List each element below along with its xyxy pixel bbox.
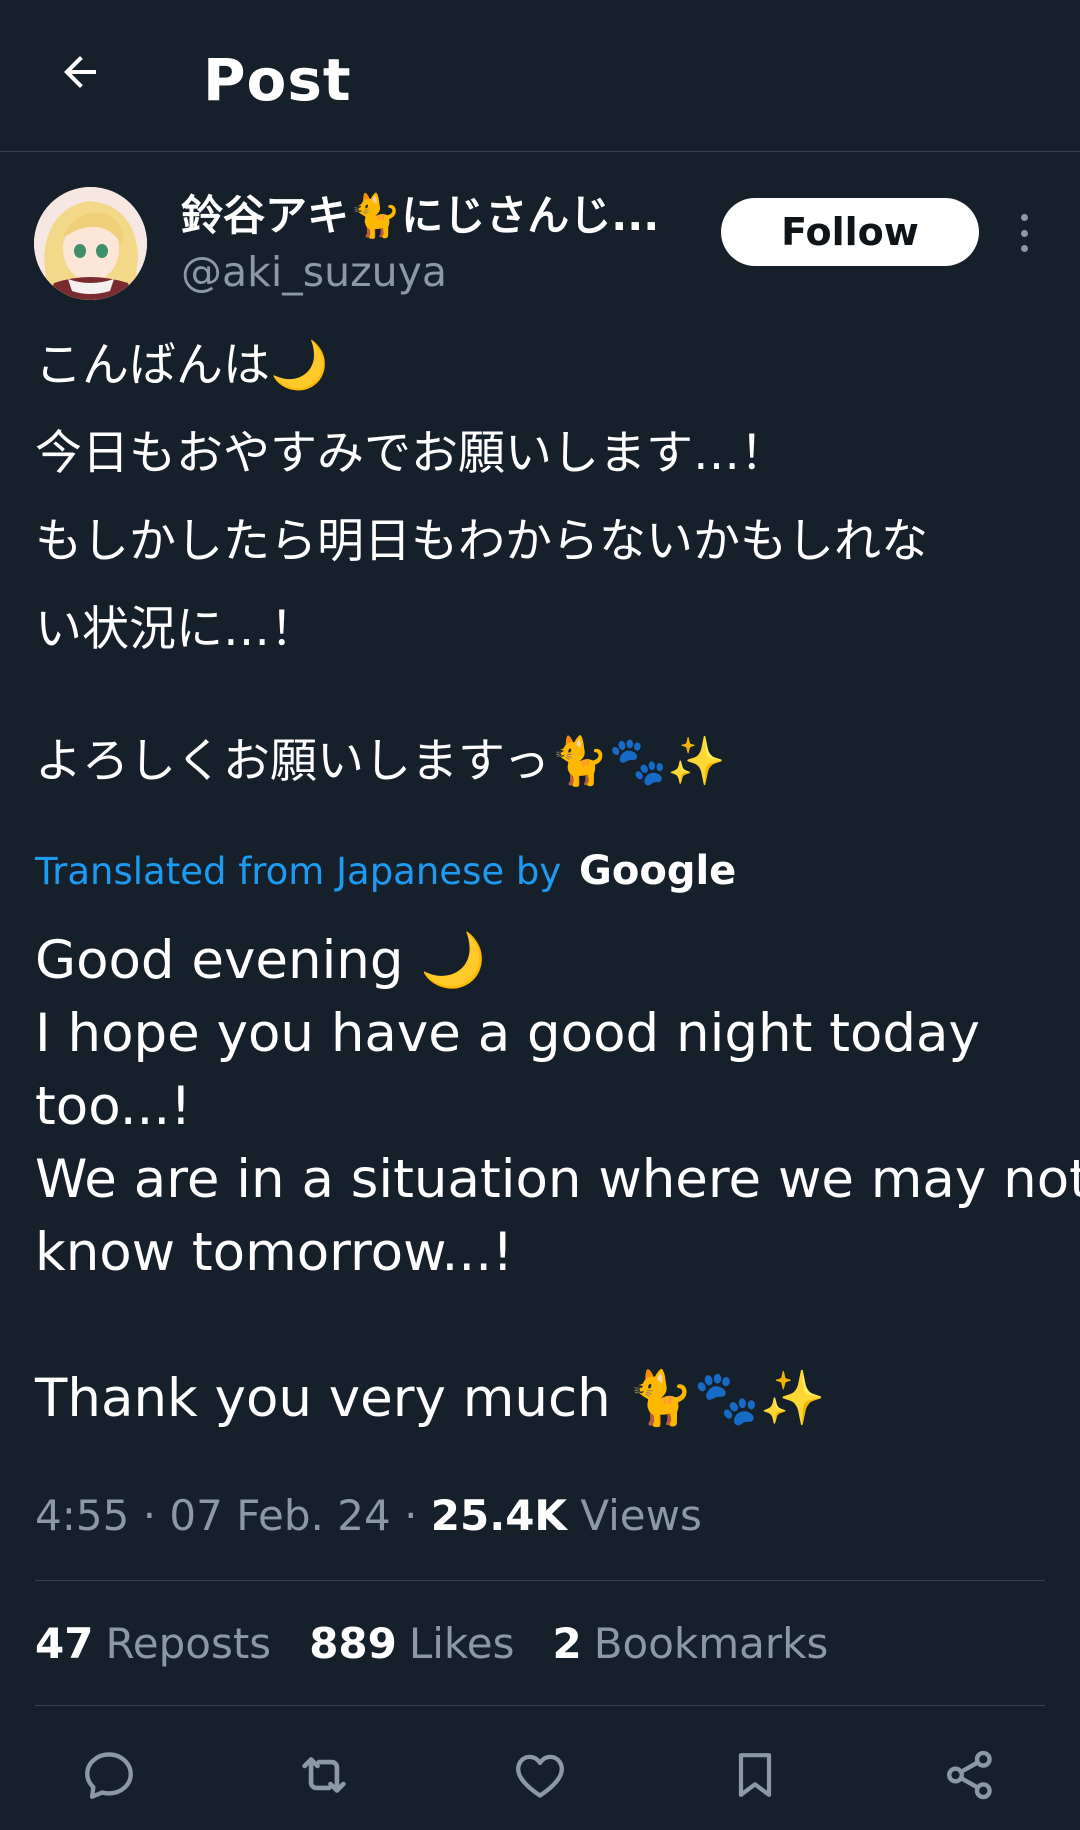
user-handle[interactable]: @aki_suzuya: [181, 244, 447, 300]
more-dots-icon: [1020, 214, 1028, 221]
translation-line: Thank you very much 🐈🐾✨: [35, 1368, 826, 1429]
reply-icon: [85, 1752, 133, 1799]
views-label: Views: [580, 1491, 702, 1540]
post-text-original: こんばんは🌙 今日もおやすみでお願いします…！ もしかしたら明日もわからないかも…: [35, 322, 1055, 806]
heart-icon: [516, 1754, 564, 1798]
action-bar: [0, 1740, 1080, 1810]
reposts-label: Reposts: [105, 1619, 272, 1668]
translation-line: Good evening 🌙: [35, 930, 487, 991]
translation-line-blank: [35, 1289, 1055, 1362]
likes-count: 889: [309, 1619, 397, 1668]
bookmarks-count: 2: [552, 1619, 582, 1668]
post-date: 07 Feb. 24: [169, 1491, 391, 1540]
likes-stat[interactable]: 889 Likes: [309, 1614, 514, 1674]
like-button[interactable]: [505, 1740, 575, 1810]
post-line: い状況に…！: [35, 602, 317, 657]
likes-label: Likes: [408, 1619, 515, 1668]
divider: [35, 1705, 1045, 1706]
post-line-blank: [35, 674, 1055, 718]
divider: [35, 1580, 1045, 1581]
post-text-translated: Good evening 🌙 I hope you have a good ni…: [35, 924, 1080, 1435]
post-time: 4:55: [35, 1491, 130, 1540]
avatar-image: [34, 187, 147, 300]
follow-button[interactable]: Follow: [721, 198, 979, 266]
bookmark-icon: [738, 1753, 772, 1797]
translation-line: too...!: [35, 1076, 192, 1137]
repost-button[interactable]: [289, 1740, 359, 1810]
google-logo: Google: [579, 848, 737, 894]
avatar[interactable]: [34, 187, 147, 300]
bookmark-button[interactable]: [720, 1740, 790, 1810]
display-name[interactable]: 鈴谷アキ🐈にじさんじ...: [181, 188, 681, 244]
meta-separator: ·: [142, 1491, 157, 1540]
reply-button[interactable]: [74, 1740, 144, 1810]
page-title: Post: [203, 46, 352, 114]
views-count[interactable]: 25.4K: [431, 1491, 567, 1540]
post-line: 今日もおやすみでお願いします…！: [35, 426, 787, 481]
back-button[interactable]: [44, 36, 116, 108]
translation-attribution[interactable]: Translated from Japanese by Google: [35, 843, 736, 900]
meta-separator: ·: [404, 1491, 418, 1540]
post-line: よろしくお願いしますっ🐈🐾✨: [35, 734, 726, 789]
bookmarks-stat[interactable]: 2 Bookmarks: [552, 1614, 828, 1674]
reposts-count: 47: [35, 1619, 94, 1668]
repost-icon: [302, 1757, 346, 1793]
translation-line: I hope you have a good night today: [35, 1003, 980, 1064]
arrow-left-icon: [64, 56, 96, 88]
bookmarks-label: Bookmarks: [593, 1619, 829, 1668]
translation-line: We are in a situation where we may not: [35, 1149, 1080, 1210]
translation-line: know tomorrow...!: [35, 1222, 514, 1283]
reposts-stat[interactable]: 47 Reposts: [35, 1614, 271, 1674]
top-bar: Post: [0, 0, 1080, 152]
share-icon: [947, 1750, 992, 1800]
share-button[interactable]: [935, 1740, 1005, 1810]
translated-label: Translated from Japanese by: [35, 850, 562, 893]
post-line: こんばんは🌙: [35, 338, 329, 393]
engagement-stats: 47 Reposts 889 Likes 2 Bookmarks: [35, 1614, 828, 1674]
post-line: もしかしたら明日もわからないかもしれな: [35, 514, 928, 569]
post-meta: 4:55 · 07 Feb. 24 · 25.4K Views: [35, 1486, 702, 1546]
more-options-button[interactable]: [1006, 208, 1042, 258]
